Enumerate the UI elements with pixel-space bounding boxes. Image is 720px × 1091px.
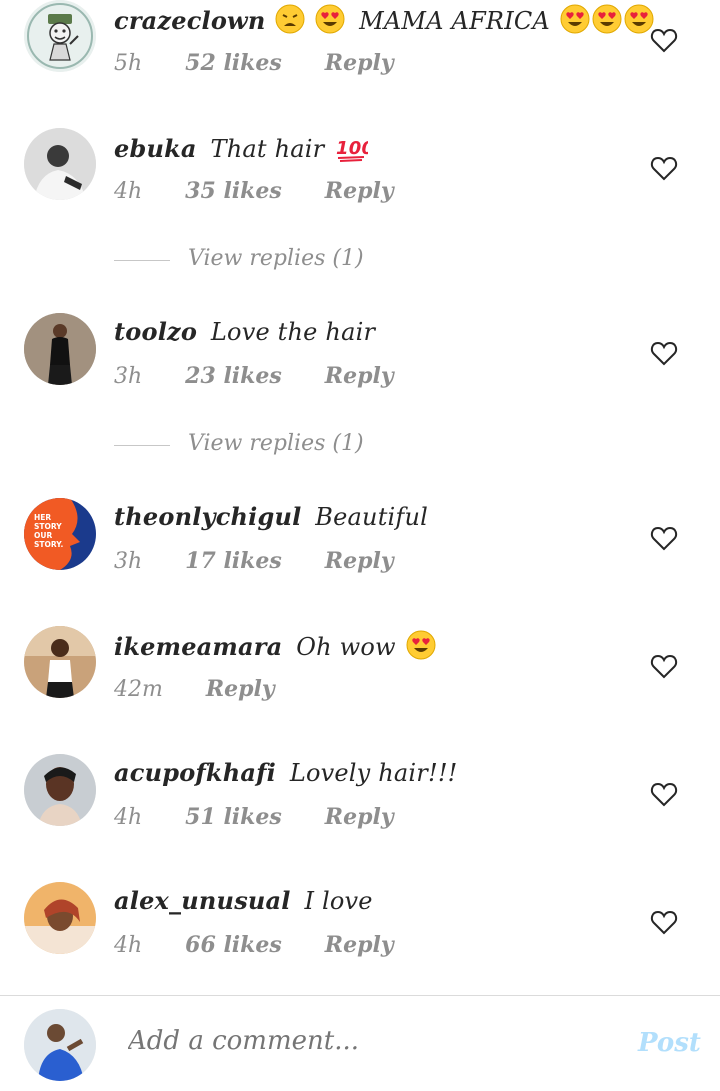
view-replies-button[interactable]: View replies (1) — [114, 431, 414, 461]
reply-button[interactable]: Reply — [325, 932, 394, 958]
likes-count[interactable]: 52 likes — [185, 50, 282, 76]
comment-text: Oh wow — [296, 633, 396, 661]
avatar[interactable] — [24, 128, 96, 200]
comment-time: 4h — [114, 933, 143, 958]
view-replies-label: View replies (1) — [188, 431, 364, 456]
comment-time: 4h — [114, 179, 143, 204]
comment-meta: 4h 66 likes Reply — [114, 932, 430, 958]
likes-count[interactable]: 23 likes — [185, 363, 282, 389]
reply-button[interactable]: Reply — [325, 548, 394, 574]
comment-text-line: theonlychigul Beautiful — [114, 502, 428, 531]
heart-outline-icon[interactable] — [650, 653, 678, 679]
heart-outline-icon[interactable] — [650, 781, 678, 807]
heart-outline-icon[interactable] — [650, 340, 678, 366]
svg-text:OUR: OUR — [34, 531, 52, 540]
heart-outline-icon[interactable] — [650, 525, 678, 551]
avatar[interactable] — [24, 0, 96, 72]
comment-username[interactable]: alex_unusual — [114, 886, 291, 915]
comment-username[interactable]: acupofkhafi — [114, 758, 276, 787]
comment-composer: Post — [0, 995, 720, 1091]
comment-text: Beautiful — [315, 503, 429, 531]
heart-outline-icon[interactable] — [650, 27, 678, 53]
comment-username[interactable]: ebuka — [114, 134, 197, 163]
view-replies-button[interactable]: View replies (1) — [114, 246, 414, 276]
svg-text:STORY.: STORY. — [34, 540, 63, 549]
reply-button[interactable]: Reply — [325, 363, 394, 389]
comment-time: 3h — [114, 364, 143, 389]
heart-eyes-emoji — [592, 4, 622, 40]
comment-text-line: acupofkhafi Lovely hair!!! — [114, 758, 458, 787]
comment-text-line: crazeclown MAMA AFRICA — [114, 4, 654, 40]
weary-face-emoji — [275, 4, 305, 40]
current-user-avatar — [24, 1009, 96, 1081]
comment-meta: 42m Reply — [114, 676, 311, 702]
comment-text: Love the hair — [210, 318, 376, 346]
comment-text: That hair — [210, 135, 325, 163]
comment-meta: 4h 35 likes Reply — [114, 178, 430, 204]
heart-eyes-emoji — [560, 4, 590, 40]
comment-text-line: ikemeamara Oh wow — [114, 630, 436, 666]
comment-text-line: ebuka That hair 100 — [114, 132, 374, 168]
post-button[interactable]: Post — [638, 1028, 701, 1058]
reply-button[interactable]: Reply — [325, 50, 394, 76]
hundred-points-emoji: 100 — [334, 132, 374, 168]
comment-username[interactable]: crazeclown — [114, 6, 266, 35]
likes-count[interactable]: 66 likes — [185, 932, 282, 958]
avatar[interactable] — [24, 882, 96, 954]
comment-text: MAMA AFRICA — [359, 7, 550, 35]
comment-time: 4h — [114, 805, 143, 830]
comment-meta: 3h 23 likes Reply — [114, 363, 430, 389]
reply-button[interactable]: Reply — [206, 676, 275, 702]
comment-meta: 4h 51 likes Reply — [114, 804, 430, 830]
comment-username[interactable]: theonlychigul — [114, 502, 301, 531]
reply-button[interactable]: Reply — [325, 178, 394, 204]
reply-button[interactable]: Reply — [325, 804, 394, 830]
comment-meta: 5h 52 likes Reply — [114, 50, 430, 76]
likes-count[interactable]: 51 likes — [185, 804, 282, 830]
likes-count[interactable]: 17 likes — [185, 548, 282, 574]
likes-count[interactable]: 35 likes — [185, 178, 282, 204]
heart-eyes-emoji — [315, 4, 345, 40]
heart-outline-icon[interactable] — [650, 909, 678, 935]
comment-username[interactable]: ikemeamara — [114, 632, 282, 661]
comment-text-line: toolzo Love the hair — [114, 317, 375, 346]
svg-text:STORY: STORY — [34, 522, 62, 531]
svg-text:100: 100 — [336, 138, 368, 159]
comment-text: I love — [304, 887, 373, 915]
heart-outline-icon[interactable] — [650, 155, 678, 181]
avatar-logo-text: HER — [34, 513, 51, 522]
comment-input[interactable] — [128, 1026, 608, 1056]
heart-eyes-emoji — [406, 630, 436, 666]
comment-time: 42m — [114, 677, 163, 702]
avatar[interactable] — [24, 754, 96, 826]
comment-time: 3h — [114, 549, 143, 574]
comment-time: 5h — [114, 51, 143, 76]
avatar[interactable]: HER STORY OUR STORY. — [24, 498, 96, 570]
comment-username[interactable]: toolzo — [114, 317, 197, 346]
divider-line — [114, 260, 170, 261]
view-replies-label: View replies (1) — [188, 246, 364, 271]
avatar[interactable] — [24, 626, 96, 698]
comment-text: Lovely hair!!! — [289, 759, 458, 787]
comment-text-line: alex_unusual I love — [114, 886, 373, 915]
divider-line — [114, 445, 170, 446]
comment-meta: 3h 17 likes Reply — [114, 548, 430, 574]
avatar[interactable] — [24, 313, 96, 385]
